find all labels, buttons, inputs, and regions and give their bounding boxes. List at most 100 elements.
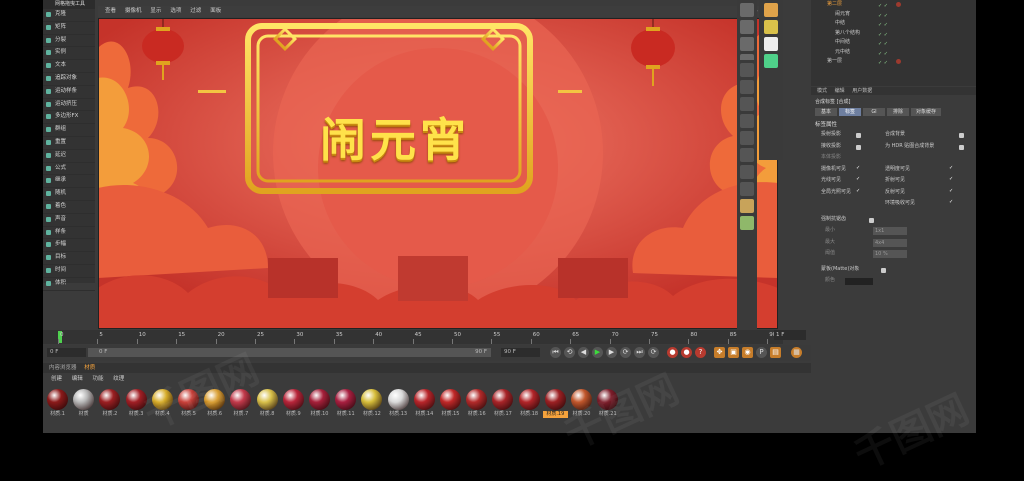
keyframe-selection-button[interactable]: ? bbox=[695, 347, 706, 358]
material-item[interactable]: 材质.17 bbox=[490, 387, 515, 418]
axis-icon[interactable] bbox=[740, 148, 754, 162]
material-item[interactable]: 材质.16 bbox=[464, 387, 489, 418]
mograph-menu-item[interactable]: 运动挤压 bbox=[43, 99, 95, 112]
mograph-menu-item[interactable]: 着色 bbox=[43, 201, 95, 214]
record-button[interactable]: ● bbox=[667, 347, 678, 358]
transparency-visible-checkbox[interactable]: ✓ bbox=[949, 165, 953, 171]
mm-menu-create[interactable]: 创建 bbox=[51, 376, 62, 382]
mograph-menu-item[interactable]: 多边形FX bbox=[43, 111, 95, 125]
loop-button[interactable]: ⟳ bbox=[648, 347, 659, 358]
tab-materials[interactable]: 材质 bbox=[84, 365, 95, 371]
material-item[interactable]: 材质.4 bbox=[150, 387, 175, 418]
lock-icon[interactable] bbox=[740, 199, 754, 213]
play-button[interactable]: ▶ bbox=[592, 347, 603, 358]
material-item[interactable]: 材质.7 bbox=[228, 387, 253, 418]
next-key-button[interactable]: ⟳ bbox=[620, 347, 631, 358]
material-item[interactable]: 材质.1 bbox=[45, 387, 70, 418]
mograph-menu-item[interactable]: 继承 bbox=[43, 175, 95, 189]
tab-gi[interactable]: GI bbox=[863, 108, 885, 116]
reflection-visible-checkbox[interactable]: ✓ bbox=[949, 188, 953, 194]
mograph-menu-item[interactable]: 公式 bbox=[43, 163, 95, 176]
aa-max-field[interactable]: 4x4 bbox=[873, 238, 907, 247]
material-item[interactable]: 材质.20 bbox=[569, 387, 594, 418]
mm-menu-edit[interactable]: 编辑 bbox=[72, 376, 83, 382]
cast-shadow-checkbox[interactable] bbox=[856, 133, 861, 138]
mograph-menu-item[interactable]: 追踪对象 bbox=[43, 73, 95, 86]
frame-range-slider[interactable]: 0 F 90 F bbox=[88, 348, 491, 357]
attr-menu-userdata[interactable]: 用户数据 bbox=[852, 88, 872, 94]
mograph-menu-item[interactable]: 时间 bbox=[43, 265, 95, 278]
timeline-ruler[interactable]: 0 5 10 15 20 25 30 35 40 45 50 55 60 65 70 75 80 85 90 bbox=[43, 330, 783, 344]
object-row[interactable]: 第一层 ✓ ✓ bbox=[811, 57, 976, 67]
mograph-menu-item[interactable]: 延迟 bbox=[43, 150, 95, 163]
hdr-bg-checkbox[interactable] bbox=[959, 144, 964, 150]
object-row[interactable]: 中结 ✓ ✓ bbox=[811, 19, 976, 29]
edge-mode-icon[interactable] bbox=[740, 114, 754, 128]
mograph-menu-item[interactable]: 重置 bbox=[43, 137, 95, 150]
material-item[interactable]: 材质.15 bbox=[438, 387, 463, 418]
attr-menu-mode[interactable]: 模式 bbox=[817, 88, 827, 94]
object-row[interactable]: 中间结 ✓ ✓ bbox=[811, 38, 976, 48]
grid-icon[interactable] bbox=[740, 216, 754, 230]
aa-min-field[interactable]: 1x1 bbox=[873, 227, 907, 235]
prev-key-button[interactable]: ⟲ bbox=[564, 347, 575, 358]
next-frame-button[interactable]: ▶ bbox=[606, 347, 617, 358]
force-aa-checkbox[interactable] bbox=[869, 217, 874, 223]
mograph-menu-item[interactable]: 随机 bbox=[43, 188, 95, 201]
matte-checkbox[interactable] bbox=[881, 267, 886, 273]
camera-icon[interactable] bbox=[764, 20, 778, 34]
pen-icon[interactable] bbox=[740, 20, 754, 34]
gi-visible-checkbox[interactable]: ✓ bbox=[856, 188, 860, 194]
material-item[interactable]: 材质.11 bbox=[333, 387, 358, 418]
goto-start-button[interactable]: ⏮ bbox=[550, 347, 561, 358]
mograph-menu-item[interactable]: 步幅 bbox=[43, 239, 95, 253]
material-item[interactable]: 材质.14 bbox=[412, 387, 437, 418]
viewport-menu-panel[interactable]: 面板 bbox=[210, 6, 221, 17]
viewport-menu-view[interactable]: 查看 bbox=[105, 6, 116, 17]
tab-object-buffer[interactable]: 对象缓存 bbox=[911, 108, 941, 116]
mograph-menu-item[interactable]: 矩阵 bbox=[43, 22, 95, 35]
material-item[interactable]: 材质 bbox=[71, 387, 96, 418]
mograph-menu-item[interactable]: 目标 bbox=[43, 252, 95, 265]
material-item[interactable]: 材质.8 bbox=[255, 387, 280, 418]
viewport-menu-filter[interactable]: 过滤 bbox=[190, 6, 201, 17]
prev-frame-button[interactable]: ◀ bbox=[578, 347, 589, 358]
camera-visible-checkbox[interactable]: ✓ bbox=[856, 165, 860, 171]
autokey-button[interactable]: ● bbox=[681, 347, 692, 358]
material-item[interactable]: 材质.12 bbox=[359, 387, 384, 418]
material-item[interactable]: 材质.13 bbox=[386, 387, 411, 418]
object-row[interactable]: 元中结 ✓ ✓ bbox=[811, 48, 976, 58]
material-item[interactable]: 材质.2 bbox=[97, 387, 122, 418]
mograph-menu-item[interactable]: 声音 bbox=[43, 214, 95, 227]
material-item[interactable]: 材质.18 bbox=[517, 387, 542, 418]
light-icon[interactable] bbox=[764, 3, 778, 17]
mograph-menu-item[interactable]: 运动样条 bbox=[43, 86, 95, 99]
texture-mode-icon[interactable] bbox=[740, 80, 754, 94]
snap-icon[interactable] bbox=[740, 165, 754, 179]
pla-key-button[interactable]: ▤ bbox=[770, 347, 781, 358]
compositing-bg-checkbox[interactable] bbox=[959, 133, 964, 138]
tab-basic[interactable]: 基本 bbox=[815, 108, 837, 116]
move-key-button[interactable]: ✥ bbox=[714, 347, 725, 358]
mograph-menu-item[interactable]: 体积 bbox=[43, 278, 95, 291]
aa-threshold-field[interactable]: 10 % bbox=[873, 250, 907, 258]
viewport-3d[interactable]: 闹元宵 bbox=[98, 18, 778, 329]
viewport-menu-options[interactable]: 选项 bbox=[170, 6, 181, 17]
object-row[interactable]: 第二层 ✓ ✓ bbox=[811, 0, 976, 10]
rotate-key-button[interactable]: ◉ bbox=[742, 347, 753, 358]
material-item[interactable]: 材质.5 bbox=[176, 387, 201, 418]
material-item[interactable]: 材质.9 bbox=[281, 387, 306, 418]
point-mode-icon[interactable] bbox=[740, 97, 754, 111]
material-item[interactable]: 材质.21 bbox=[595, 387, 620, 418]
model-mode-icon[interactable] bbox=[740, 63, 754, 77]
material-item[interactable]: 材质.3 bbox=[124, 387, 149, 418]
mograph-menu-item[interactable]: 群组 bbox=[43, 124, 95, 137]
timeline-window-button[interactable]: ▦ bbox=[791, 347, 802, 358]
material-item[interactable]: 材质.6 bbox=[202, 387, 227, 418]
subdivide-icon[interactable] bbox=[740, 37, 754, 51]
scene-icon[interactable] bbox=[764, 37, 778, 51]
mograph-menu-item[interactable]: 文本 bbox=[43, 60, 95, 73]
mm-menu-texture[interactable]: 纹理 bbox=[113, 376, 124, 382]
generator-icon[interactable] bbox=[764, 54, 778, 68]
start-frame-field[interactable]: 0 F bbox=[47, 348, 86, 357]
